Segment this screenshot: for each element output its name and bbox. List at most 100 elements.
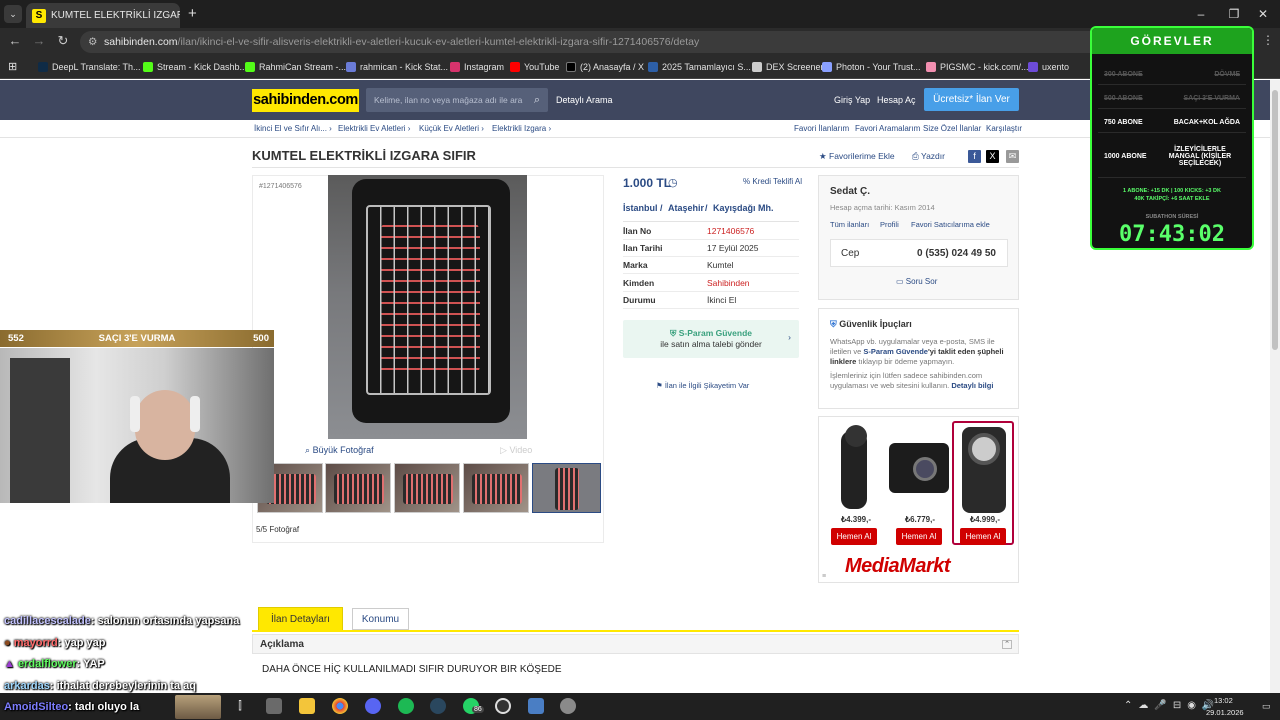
new-tab-button[interactable]: + [188, 5, 197, 22]
file-explorer-icon[interactable] [266, 698, 282, 714]
search-icon[interactable]: ⌕ [534, 88, 540, 112]
folder-icon[interactable] [299, 698, 315, 714]
obs-icon[interactable] [495, 698, 511, 714]
bookmark-uxento[interactable]: uxento [1028, 58, 1069, 76]
seller-all-listings[interactable]: Tüm ilanları [830, 220, 869, 229]
seller-add-fav[interactable]: Favori Satıcılarıma ekle [911, 220, 990, 229]
collapse-icon[interactable]: ⌃ [1002, 640, 1012, 649]
bookmark-rahmican-stream[interactable]: RahmiCan Stream -... [245, 58, 346, 76]
steam-icon[interactable] [430, 698, 446, 714]
gorev-note-1: 1 ABONE: +15 DK | 100 KICKS: +3 DK [1123, 188, 1221, 194]
info-value: 17 Eylül 2025 [707, 243, 759, 253]
bookmark-x[interactable]: (2) Anasayfa / X [566, 58, 644, 76]
detailed-search-link[interactable]: Detaylı Arama [556, 88, 613, 112]
buy-now-button[interactable]: Hemen Al [960, 528, 1006, 545]
security-title: ⛨ Güvenlik İpuçları [830, 319, 1007, 329]
photo-thumbnail[interactable] [463, 463, 529, 513]
bookmark-kick-dashboard[interactable]: Stream - Kick Dashb... [143, 58, 247, 76]
breadcrumb-item[interactable]: Elektrikli Izgara › [492, 124, 551, 133]
browser-tab[interactable]: S KUMTEL ELEKTRİKLİ IZGARA SIF ✕ [26, 3, 180, 28]
email-share-icon[interactable]: ✉ [1006, 150, 1019, 163]
facebook-icon[interactable]: f [968, 150, 981, 163]
credit-offer-link[interactable]: % Kredi Teklifi Al [743, 177, 802, 186]
description-header: Açıklama ⌃ [252, 634, 1019, 654]
grill-grate [366, 205, 491, 395]
buy-now-button[interactable]: Hemen Al [831, 528, 877, 545]
minimize-icon[interactable]: – [1184, 0, 1218, 28]
register-link[interactable]: Hesap Aç [877, 88, 916, 112]
mediamarkt-ad[interactable]: ₺4.399,- ₺6.779,- ₺4.999,- MediaMarkt ≡ [818, 416, 1019, 583]
bookmark-photon[interactable]: Photon - Your Trust... [822, 58, 921, 76]
phone-box[interactable]: Cep 0 (535) 024 49 50 [830, 239, 1008, 267]
seller-profile[interactable]: Profili [880, 220, 899, 229]
search-input[interactable]: Kelime, ilan no veya mağaza adı ile ara ⌕ [366, 88, 548, 112]
fav-listings-link[interactable]: Favori İlanlarım [794, 124, 849, 133]
main-photo[interactable] [328, 175, 527, 439]
security-title-text: Güvenlik İpuçları [839, 319, 912, 329]
favorite-link[interactable]: ★ Favorilerime Ekle [819, 151, 895, 162]
site-logo[interactable]: sahibinden.com [252, 89, 359, 112]
reload-icon[interactable]: ↻ [54, 33, 72, 49]
x-share-icon[interactable]: X [986, 150, 999, 163]
location-district[interactable]: Ataşehir [668, 203, 704, 213]
bookmark-instagram[interactable]: Instagram [450, 58, 504, 76]
location-neighborhood[interactable]: Kayışdağı Mh. [713, 203, 774, 213]
url-path: /ilan/ikinci-el-ve-sifir-alisveris-elekt… [177, 36, 700, 48]
price-history-icon[interactable]: ◷ [668, 176, 678, 189]
bookmark-dex-screener[interactable]: DEX Screener [752, 58, 824, 76]
spotify-icon[interactable] [398, 698, 414, 714]
chrome-icon[interactable] [332, 698, 348, 714]
uxento-icon [1028, 62, 1038, 72]
goal-row: 750 ABONE BACAK+KOL AĞDA [1098, 112, 1246, 133]
apps-icon[interactable]: ⊞ [8, 58, 17, 76]
back-icon[interactable]: ← [6, 33, 24, 48]
taskbar-thumbnail[interactable] [175, 695, 221, 719]
big-photo-link[interactable]: ⌕ Büyük Fotoğraf [305, 445, 374, 456]
breadcrumb-item[interactable]: Elektrikli Ev Aletleri › [338, 124, 410, 133]
fav-searches-link[interactable]: Favori Aramalarım [855, 124, 920, 133]
bookmark-tamamlayici[interactable]: 2025 Tamamlayıcı S... [648, 58, 751, 76]
photo-thumbnail-active[interactable] [532, 463, 601, 513]
bookmark-deepl[interactable]: DeepL Translate: Th... [38, 58, 141, 76]
discord-icon[interactable] [365, 698, 381, 714]
page-scrollbar[interactable] [1270, 80, 1280, 693]
buy-now-button[interactable]: Hemen Al [896, 528, 942, 545]
close-window-icon[interactable]: ✕ [1246, 0, 1280, 28]
tab-location[interactable]: Konumu [352, 608, 409, 630]
ask-question-link[interactable]: ▭ Soru Sor [896, 277, 937, 286]
bookmark-kick-stats[interactable]: rahmican - Kick Stat... [346, 58, 448, 76]
forward-icon[interactable]: → [30, 33, 48, 48]
ad-product-3[interactable] [952, 421, 1014, 545]
location-city[interactable]: İstanbul [623, 203, 658, 213]
free-ad-button[interactable]: Ücretsiz* İlan Ver [924, 88, 1019, 111]
tab-list-button[interactable]: ⌄ [4, 5, 22, 23]
info-row: Kimden Sahibinden [623, 275, 799, 292]
special-listings-link[interactable]: Size Özel İlanlar [923, 124, 981, 133]
bookmark-pigsmc[interactable]: PIGSMC - kick.com/... [926, 58, 1029, 76]
photo-thumbnail[interactable] [394, 463, 460, 513]
tab-listing-details[interactable]: İlan Detayları [258, 607, 343, 631]
site-info-icon[interactable]: ⚙ [88, 31, 97, 53]
ad-info-icon[interactable]: ≡ [822, 573, 826, 580]
s-param-box[interactable]: ⛨ S-Param Güvende ile satın alma talebi … [623, 320, 799, 358]
photo-thumbnail[interactable] [325, 463, 391, 513]
settings-app-icon[interactable] [560, 698, 576, 714]
description-heading: Açıklama [260, 639, 304, 650]
security-more-link[interactable]: Detaylı bilgi [951, 381, 993, 390]
browser-menu-icon[interactable]: ⋮ [1262, 33, 1274, 47]
info-value: Kumtel [707, 260, 734, 270]
description-text: DAHA ÖNCE HİÇ KULLANILMADI SIFIR DURUYOR… [262, 664, 562, 675]
app-icon[interactable] [528, 698, 544, 714]
breadcrumb-item[interactable]: İkinci El ve Sıfır Alı... › [254, 124, 332, 133]
task-view-icon[interactable]: ⫿ [232, 698, 248, 714]
address-bar[interactable]: ⚙ sahibinden.com/ilan/ikinci-el-ve-sifir… [80, 31, 1170, 53]
complaint-link[interactable]: ⚑ İlan ile İlgili Şikayetim Var [656, 381, 749, 390]
breadcrumb-item[interactable]: Küçük Ev Aletleri › [419, 124, 484, 133]
seller-name[interactable]: Sedat Ç. [830, 186, 870, 197]
notification-icon[interactable]: ▭ [1262, 701, 1271, 712]
info-value: 1271406576 [707, 226, 755, 236]
bookmark-youtube[interactable]: YouTube [510, 58, 559, 76]
print-link[interactable]: ⎙ Yazdır [912, 151, 945, 162]
login-link[interactable]: Giriş Yap [834, 88, 870, 112]
compare-link[interactable]: Karşılaştır [986, 124, 1022, 133]
